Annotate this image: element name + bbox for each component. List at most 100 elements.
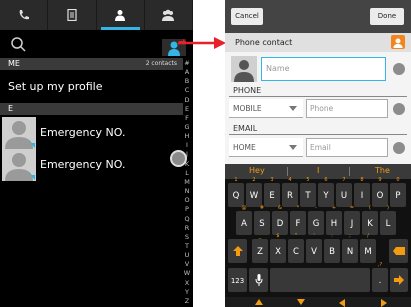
key-char: U — [340, 191, 348, 201]
account-type-bar[interactable]: Phone contact — [225, 33, 411, 52]
key[interactable]: :B — [324, 233, 340, 263]
symbols-key[interactable]: 123 — [228, 268, 247, 292]
tab-call-log[interactable] — [48, 0, 97, 30]
suggestion-item[interactable]: Hey — [249, 166, 265, 175]
index-letter[interactable]: T — [181, 242, 193, 250]
index-letter[interactable]: G — [181, 124, 193, 131]
key-char: Y — [323, 191, 329, 201]
key-alt-char: 8 — [360, 177, 364, 183]
contact-photo[interactable] — [231, 56, 257, 82]
name-field[interactable]: Name — [261, 57, 386, 81]
key-char: G — [312, 219, 320, 229]
index-letter[interactable]: C — [181, 87, 193, 94]
tab-contacts[interactable] — [97, 0, 145, 30]
key-char: Z — [257, 247, 263, 257]
index-letter[interactable]: E — [181, 105, 193, 113]
key-char: B — [329, 247, 335, 257]
suggestion-item[interactable]: The — [375, 166, 390, 175]
email-type-select[interactable]: HOME — [229, 138, 303, 157]
email-remove-button[interactable] — [393, 142, 405, 154]
index-letter[interactable]: O — [181, 197, 193, 204]
contact-item[interactable]: Emergency NO. — [0, 149, 183, 181]
name-expand-button[interactable] — [393, 63, 405, 75]
index-letter[interactable]: M — [181, 178, 193, 186]
index-letter[interactable]: A — [181, 69, 193, 76]
contacts-count: 2 contacts — [145, 60, 177, 67]
index-letter[interactable]: B — [181, 78, 193, 85]
key-alt-char: 6 — [324, 177, 328, 183]
alphabet-index-bar[interactable]: # A B C D E F G H I J K L M N O P Q R S T U V W X Y Z — [181, 58, 193, 307]
key-alt-char: + — [331, 205, 337, 211]
index-letter[interactable]: N — [181, 188, 193, 195]
suggestion-item[interactable]: I — [317, 166, 319, 175]
index-letter[interactable]: Q — [181, 215, 193, 223]
index-letter[interactable]: L — [181, 169, 193, 177]
key[interactable]: @ A — [236, 205, 252, 235]
key-char: T — [305, 191, 311, 201]
key-alt-char: @ — [241, 205, 247, 211]
index-letter[interactable]: P — [181, 206, 193, 213]
search-icon[interactable] — [10, 36, 28, 54]
symbols-key-label: 123 — [230, 277, 245, 285]
arrow-icon — [178, 37, 226, 49]
phone-remove-button[interactable] — [393, 103, 405, 115]
cancel-button[interactable]: Cancel — [231, 8, 263, 25]
key[interactable]: ; N — [342, 233, 358, 263]
search-row — [0, 31, 193, 58]
phone-divider — [229, 96, 407, 97]
key[interactable]: " C — [288, 233, 304, 263]
key-alt-char: 7 — [342, 177, 346, 183]
key-char: Q — [232, 191, 240, 201]
key[interactable]: ' V — [306, 233, 322, 263]
e-section-header: E — [0, 103, 183, 115]
cursor-left-icon[interactable] — [339, 299, 345, 307]
index-letter[interactable]: R — [181, 224, 193, 232]
key-char: O — [376, 191, 384, 201]
key-char: H — [330, 219, 338, 229]
mic-key[interactable] — [249, 268, 268, 292]
backspace-key[interactable] — [389, 239, 408, 263]
mic-icon — [255, 274, 262, 286]
action-bar: Cancel Done — [225, 0, 411, 33]
cursor-down-icon[interactable] — [297, 299, 305, 305]
key[interactable]: $ X — [270, 233, 286, 263]
next-key[interactable] — [390, 268, 408, 292]
index-letter[interactable]: D — [181, 96, 193, 104]
index-letter[interactable]: V — [181, 261, 193, 268]
index-letter[interactable]: # — [181, 60, 193, 67]
me-header-label: ME — [8, 59, 20, 68]
setup-profile-item[interactable]: Set up my profile — [8, 80, 102, 93]
contact-item[interactable]: Emergency NO. — [0, 117, 183, 149]
index-letter[interactable]: Z — [181, 297, 193, 305]
period-key[interactable]: ,? . — [372, 262, 388, 292]
email-field[interactable]: Email — [306, 138, 388, 157]
index-letter[interactable]: S — [181, 233, 193, 241]
key[interactable]: ) L — [380, 205, 396, 235]
done-button[interactable]: Done — [370, 8, 404, 25]
key-alt-char: 0 — [396, 177, 400, 183]
key-alt-char: " — [294, 233, 298, 239]
phone-type-select[interactable]: MOBILE — [229, 99, 303, 118]
shift-key[interactable] — [228, 239, 247, 263]
tab-groups[interactable] — [145, 0, 193, 30]
space-key[interactable] — [270, 268, 370, 292]
index-letter[interactable]: Y — [181, 288, 193, 296]
fast-scroll-handle[interactable] — [170, 150, 187, 167]
phone-field[interactable]: Phone — [306, 99, 388, 118]
index-letter[interactable]: H — [181, 133, 193, 140]
key[interactable]: _ Z — [252, 233, 268, 263]
key-alt-char: 3 — [270, 177, 274, 183]
index-letter[interactable]: U — [181, 252, 193, 259]
account-type-label: Phone contact — [235, 38, 293, 47]
index-letter[interactable]: X — [181, 279, 193, 287]
cursor-up-icon[interactable] — [255, 299, 263, 305]
tab-phone[interactable] — [0, 0, 49, 30]
index-letter[interactable]: I — [181, 142, 193, 149]
key[interactable]: / M — [360, 233, 376, 263]
cursor-right-icon[interactable] — [381, 299, 387, 307]
index-letter[interactable]: F — [181, 114, 193, 122]
index-letter[interactable]: W — [181, 270, 193, 277]
key-char: C — [293, 247, 299, 257]
key-alt-char: 2 — [252, 177, 256, 183]
key-char: K — [367, 219, 373, 229]
